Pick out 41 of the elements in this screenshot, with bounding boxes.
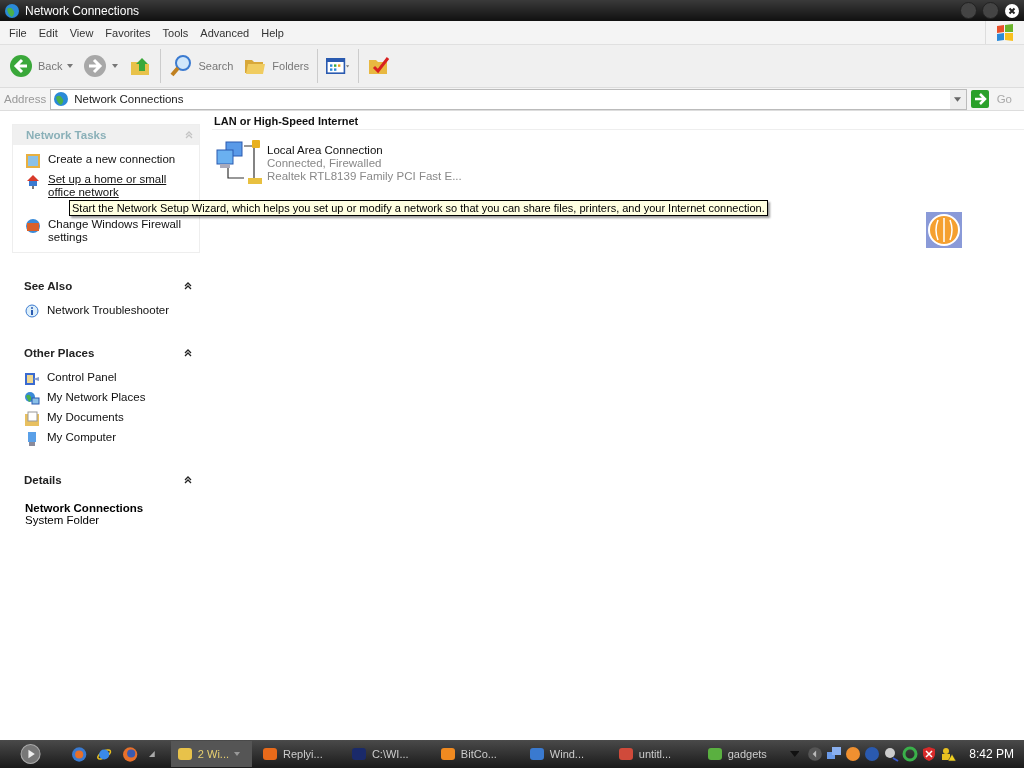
taskbar-button[interactable]: BitCo... xyxy=(433,741,519,767)
group-heading: LAN or High-Speed Internet xyxy=(214,115,359,127)
clock: 8:42 PM xyxy=(969,747,1014,761)
menu-item[interactable]: Help xyxy=(260,26,291,39)
folders-button[interactable]: Folders xyxy=(241,52,311,80)
menu-item[interactable]: Favorites xyxy=(104,26,158,39)
place-link[interactable]: My Computer xyxy=(47,431,117,444)
taskbar-button[interactable]: gadgets xyxy=(700,741,786,767)
task-link[interactable]: Set up a home or small office network xyxy=(48,173,188,199)
menu-item[interactable]: View xyxy=(68,26,101,39)
address-field[interactable]: Network Connections xyxy=(50,88,967,110)
place-link[interactable]: Control Panel xyxy=(47,371,117,384)
menu-item[interactable]: Edit xyxy=(37,26,65,39)
task-link[interactable]: Change Windows Firewall settings xyxy=(48,218,188,244)
place-link[interactable]: My Network Places xyxy=(47,391,146,404)
panel-title: See Also xyxy=(24,280,73,292)
connection-item[interactable]: Local Area Connection Connected, Firewalled Realtek RTL8139 Family PCI Fast E... xyxy=(214,138,474,186)
taskbar-button[interactable]: C:\WI... xyxy=(344,741,430,767)
back-button[interactable]: Back xyxy=(7,52,76,80)
taskbar-button[interactable]: 2 Wi... xyxy=(170,741,252,767)
address-label: Address xyxy=(4,93,47,105)
menu-item[interactable]: File xyxy=(8,26,34,39)
task-link[interactable]: Create a new connection xyxy=(48,153,176,166)
connection-device: Realtek RTL8139 Family PCI Fast E... xyxy=(267,170,462,183)
taskbar-button[interactable]: untitl... xyxy=(611,741,697,767)
menu-item[interactable]: Advanced xyxy=(199,26,257,39)
details-name: Network Connections xyxy=(25,502,145,514)
place-link[interactable]: Network Troubleshooter xyxy=(47,304,170,317)
details-type: System Folder xyxy=(25,514,101,526)
connection-name: Local Area Connection xyxy=(267,144,384,157)
tooltip: Start the Network Setup Wizard, which helps you set up or modify a network so that you can share files, printers, and your Internet connection. xyxy=(69,200,768,216)
panel-title: Network Tasks xyxy=(26,129,107,141)
menu-item[interactable]: Tools xyxy=(161,26,196,39)
search-button[interactable]: Search xyxy=(167,52,236,80)
taskbar-button[interactable]: Replyi... xyxy=(255,741,341,767)
place-link[interactable]: My Documents xyxy=(47,411,124,424)
taskbar-button[interactable]: Wind... xyxy=(522,741,608,767)
panel-title: Other Places xyxy=(24,347,95,359)
window-title: Network Connections xyxy=(25,3,140,18)
panel-title: Details xyxy=(24,474,62,486)
connection-status: Connected, Firewalled xyxy=(267,157,383,170)
